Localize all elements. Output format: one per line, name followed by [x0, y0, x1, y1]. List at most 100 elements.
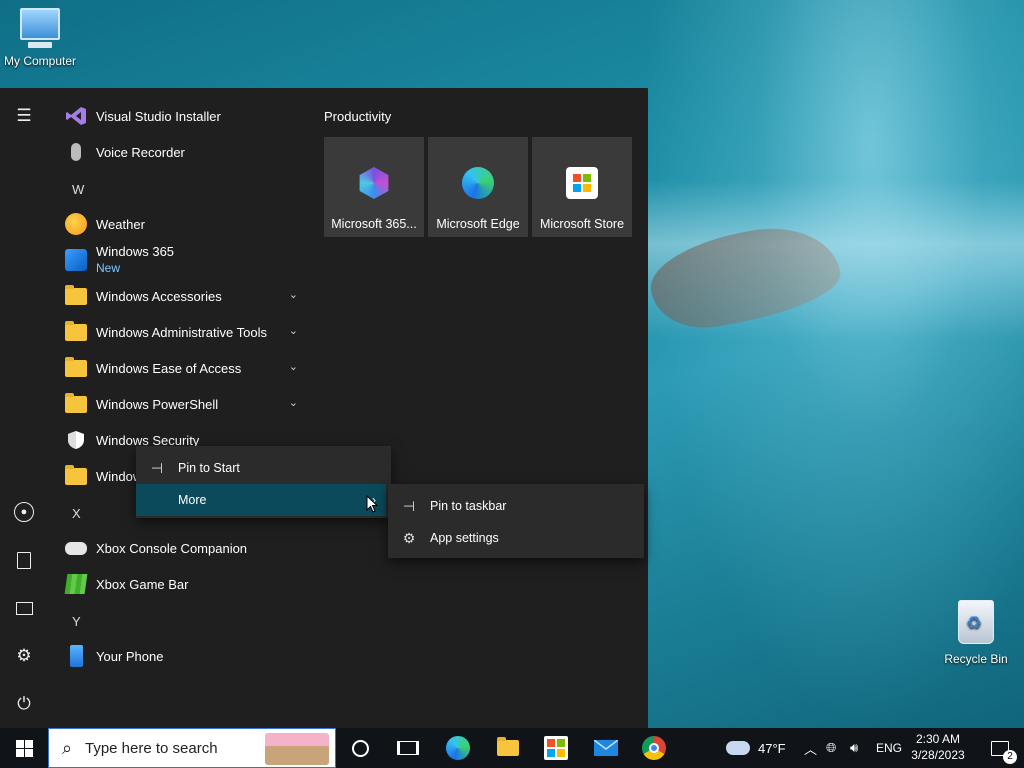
search-icon: ⌕	[61, 737, 73, 758]
recycle-bin-icon: ♻	[958, 600, 994, 644]
xbox-controller-icon	[64, 536, 88, 560]
app-visual-studio-installer[interactable]: Visual Studio Installer	[56, 98, 306, 134]
app-label: Windows Administrative Tools	[96, 324, 267, 340]
show-hidden-icons-button[interactable]: ︿	[804, 728, 817, 768]
app-label: Windows 365	[96, 244, 175, 259]
mail-icon	[594, 740, 618, 756]
documents-button[interactable]	[0, 540, 48, 580]
folder-icon	[497, 737, 519, 756]
taskbar-file-explorer[interactable]	[484, 728, 532, 768]
edge-icon	[462, 167, 494, 199]
tile-group-title[interactable]: Productivity	[324, 109, 391, 124]
language-label: ENG	[876, 741, 903, 755]
tile-microsoft-store[interactable]: Microsoft Store	[532, 137, 632, 237]
app-settings-item[interactable]: ⚙ App settings	[388, 522, 644, 554]
search-highlight-illustration	[265, 733, 329, 765]
app-label: Voice Recorder	[96, 144, 185, 160]
start-button[interactable]	[0, 728, 48, 768]
user-account-button[interactable]: ●	[0, 492, 48, 532]
menu-item-label: App settings	[430, 531, 499, 545]
app-xbox-game-bar[interactable]: Xbox Game Bar	[56, 566, 306, 602]
tile-label: Microsoft Edge	[436, 217, 520, 231]
folder-icon	[64, 464, 88, 488]
language-button[interactable]: ENG	[876, 728, 902, 768]
app-label: Your Phone	[96, 648, 164, 664]
app-windows-accessories[interactable]: Windows Accessories ⌄	[56, 278, 306, 314]
document-icon	[17, 551, 31, 569]
action-center-button[interactable]: 2	[976, 728, 1024, 768]
taskbar-chrome[interactable]	[630, 728, 678, 768]
network-button[interactable]: 🌐︎	[826, 728, 836, 768]
app-label: Weather	[96, 216, 145, 232]
menu-item-label: More	[178, 493, 207, 507]
power-icon: ⏻	[17, 694, 31, 713]
gear-icon: ⚙	[16, 646, 32, 665]
taskbar-mail[interactable]	[582, 728, 630, 768]
taskbar-store[interactable]	[532, 728, 580, 768]
app-weather[interactable]: Weather	[56, 206, 306, 242]
globe-icon: 🌐︎	[826, 740, 837, 755]
app-list: Visual Studio Installer Voice Recorder W…	[56, 88, 312, 728]
chevron-down-icon: ⌄	[288, 289, 298, 301]
settings-button[interactable]: ⚙	[0, 636, 48, 676]
app-your-phone[interactable]: Your Phone	[56, 638, 306, 674]
folder-icon	[64, 356, 88, 380]
app-voice-recorder[interactable]: Voice Recorder	[56, 134, 306, 170]
taskbar-search-box[interactable]: ⌕ Type here to search	[48, 728, 336, 768]
search-placeholder: Type here to search	[85, 739, 218, 757]
folder-icon	[64, 284, 88, 308]
task-view-icon	[397, 741, 419, 755]
task-view-button[interactable]	[384, 728, 432, 768]
start-rail: ☰ ● ⚙ ⏻	[0, 88, 48, 728]
desktop-icon-recycle-bin[interactable]: ♻ Recycle Bin	[936, 600, 1016, 666]
microphone-icon	[64, 140, 88, 164]
taskbar-edge[interactable]	[434, 728, 482, 768]
pin-to-taskbar-item[interactable]: ⊣ Pin to taskbar	[388, 490, 644, 522]
more-item[interactable]: More ›	[136, 484, 386, 516]
app-windows-administrative-tools[interactable]: Windows Administrative Tools ⌄	[56, 314, 306, 350]
menu-item-label: Pin to Start	[178, 461, 240, 475]
mouse-cursor-icon	[366, 495, 378, 513]
microsoft-365-icon	[359, 167, 389, 199]
cortana-circle-icon	[351, 739, 369, 757]
app-windows-powershell[interactable]: Windows PowerShell ⌄	[56, 386, 306, 422]
clock-date: 3/28/2023	[911, 748, 965, 762]
pictures-button[interactable]	[0, 588, 48, 628]
chevron-down-icon: ⌄	[288, 397, 298, 409]
xbox-game-bar-icon	[64, 572, 88, 596]
cortana-button[interactable]	[336, 728, 384, 768]
letter-header-x[interactable]: X	[72, 506, 81, 521]
volume-button[interactable]: 🔊︎	[850, 728, 858, 768]
hamburger-icon: ☰	[16, 106, 32, 125]
power-button[interactable]: ⏻	[0, 684, 48, 724]
notification-icon: 2	[991, 740, 1017, 764]
start-menu: ☰ ● ⚙ ⏻ Visual Studio Installer Voice Re…	[0, 88, 648, 728]
phone-icon	[64, 644, 88, 668]
context-menu: ⊣ Pin to Start More ›	[136, 446, 391, 518]
app-windows-ease-of-access[interactable]: Windows Ease of Access ⌄	[56, 350, 306, 386]
tile-microsoft-365[interactable]: Microsoft 365...	[324, 137, 424, 237]
edge-icon	[446, 736, 470, 760]
desktop-icon-label: My Computer	[3, 54, 77, 68]
chevron-down-icon: ⌄	[288, 325, 298, 337]
folder-icon	[64, 392, 88, 416]
weather-widget[interactable]: 47°F	[726, 728, 786, 768]
pin-to-start-item[interactable]: ⊣ Pin to Start	[136, 452, 391, 484]
store-icon	[544, 736, 568, 760]
clock[interactable]: 2:30 AM 3/28/2023	[904, 731, 972, 763]
desktop-icon-my-computer[interactable]: My Computer	[0, 8, 80, 68]
cloud-icon	[726, 741, 750, 755]
speaker-icon: 🔊︎	[850, 740, 859, 755]
letter-header-w[interactable]: W	[72, 182, 84, 197]
app-label: Xbox Game Bar	[96, 576, 189, 592]
chevron-up-icon: ︿	[804, 741, 818, 757]
pin-icon: ⊣	[150, 459, 164, 476]
app-xbox-console-companion[interactable]: Xbox Console Companion	[56, 530, 306, 566]
letter-header-y[interactable]: Y	[72, 614, 81, 629]
hamburger-menu-button[interactable]: ☰	[0, 96, 48, 136]
store-icon	[566, 167, 598, 199]
user-icon: ●	[14, 502, 34, 522]
tile-microsoft-edge[interactable]: Microsoft Edge	[428, 137, 528, 237]
app-label: Xbox Console Companion	[96, 540, 248, 556]
app-windows-365[interactable]: Windows 365 New	[56, 242, 306, 278]
